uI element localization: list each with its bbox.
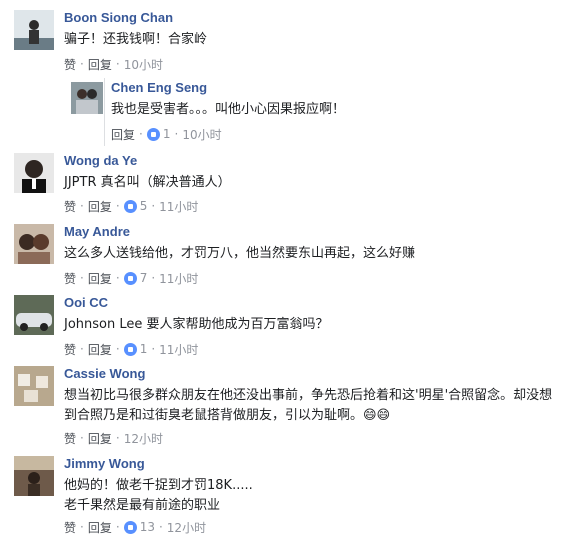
separator: · xyxy=(115,520,120,534)
like-icon xyxy=(146,127,160,141)
reply-link[interactable]: 回复 xyxy=(88,430,112,447)
like-count[interactable]: 13 xyxy=(140,520,155,534)
separator: · xyxy=(115,57,120,71)
comment: May Andre 这么多人送钱给他，才罚万八，他当然要东山再起，这么好赚 赞 … xyxy=(0,224,588,286)
reply-link[interactable]: 回复 xyxy=(88,519,112,536)
comment-text: JJPTR 真名叫（解决普通人） xyxy=(64,175,231,190)
like-count[interactable]: 1 xyxy=(140,342,148,356)
commenter-name[interactable]: May Andre xyxy=(64,224,130,239)
timestamp[interactable]: 11小时 xyxy=(159,341,198,358)
avatar[interactable] xyxy=(14,224,54,264)
comment-meta: 赞 · 回复 · 10小时 xyxy=(64,56,163,72)
comment: Wong da Ye JJPTR 真名叫（解决普通人） 赞 · 回复 · 5 ·… xyxy=(0,153,588,214)
reply-link[interactable]: 回复 xyxy=(111,126,135,143)
comment: Jimmy Wong 他妈的！做老千捉到才罚18K..... 老千果然是最有前途… xyxy=(0,456,588,536)
like-link[interactable]: 赞 xyxy=(64,56,76,73)
comment: Boon Siong Chan 骗子！还我钱啊！合家岭 赞 · 回复 · 10小… xyxy=(0,10,588,72)
comment: Cassie Wong 想当初比马很多群众朋友在他还没出事前，争先恐后抢着和这'… xyxy=(0,366,588,446)
like-icon xyxy=(123,520,137,534)
profile-photo-icon xyxy=(14,10,54,50)
avatar[interactable] xyxy=(71,82,103,114)
profile-photo-icon xyxy=(71,82,103,114)
commenter-name[interactable]: Chen Eng Seng xyxy=(111,80,207,95)
avatar[interactable] xyxy=(14,10,54,50)
avatar[interactable] xyxy=(14,456,54,496)
separator: · xyxy=(151,342,156,356)
like-link[interactable]: 赞 xyxy=(64,430,76,447)
comment-meta: 赞 · 回复 · 7 · 11小时 xyxy=(64,270,198,286)
comment-text: 这么多人送钱给他，才罚万八，他当然要东山再起，这么好赚 xyxy=(64,246,416,261)
reply-thread: Chen Eng Seng 我也是受害者。。。叫他小心因果报应啊！ 回复 · 1… xyxy=(71,78,581,146)
reply-link[interactable]: 回复 xyxy=(88,341,112,358)
comment-meta: 赞 · 回复 · 13 · 12小时 xyxy=(64,519,206,535)
separator: · xyxy=(115,342,120,356)
separator: · xyxy=(115,271,120,285)
like-icon xyxy=(123,271,137,285)
separator: · xyxy=(139,127,143,141)
comment-text-line2: 到合照乃是和过街臭老鼠搭背做朋友，引以为耻啊。😄😄 xyxy=(64,408,391,423)
commenter-name[interactable]: Wong da Ye xyxy=(64,153,137,168)
timestamp[interactable]: 11小时 xyxy=(159,198,198,215)
like-count[interactable]: 5 xyxy=(140,199,148,213)
separator: · xyxy=(80,342,84,356)
like-count[interactable]: 1 xyxy=(163,127,171,141)
separator: · xyxy=(80,271,84,285)
like-icon xyxy=(123,199,137,213)
profile-photo-icon xyxy=(14,153,54,193)
separator: · xyxy=(115,431,120,445)
separator: · xyxy=(80,57,84,71)
comment-text: 我也是受害者。。。叫他小心因果报应啊！ xyxy=(111,102,346,117)
comment-meta: 赞 · 回复 · 1 · 11小时 xyxy=(64,341,198,357)
comment-text: Johnson Lee 要人家帮助他成为百万富翁吗？ xyxy=(64,317,329,332)
comment-text-line1: 想当初比马很多群众朋友在他还没出事前，争先恐后抢着和这'明星'合照留念。却没想 xyxy=(64,388,553,403)
like-link[interactable]: 赞 xyxy=(64,341,76,358)
comment-text-line2: 老千果然是最有前途的职业 xyxy=(64,498,221,513)
separator: · xyxy=(158,520,163,534)
profile-photo-icon xyxy=(14,366,54,406)
avatar[interactable] xyxy=(14,366,54,406)
comment: Ooi CC Johnson Lee 要人家帮助他成为百万富翁吗？ 赞 · 回复… xyxy=(0,295,588,357)
comment-text: 骗子！还我钱啊！合家岭 xyxy=(64,32,208,47)
separator: · xyxy=(151,199,156,213)
separator: · xyxy=(174,127,179,141)
separator: · xyxy=(115,199,120,213)
timestamp[interactable]: 12小时 xyxy=(167,519,206,536)
profile-photo-icon xyxy=(14,295,54,335)
timestamp[interactable]: 11小时 xyxy=(159,270,198,287)
timestamp[interactable]: 10小时 xyxy=(182,126,221,143)
reply-link[interactable]: 回复 xyxy=(88,270,112,287)
commenter-name[interactable]: Boon Siong Chan xyxy=(64,10,173,25)
avatar[interactable] xyxy=(14,295,54,335)
like-link[interactable]: 赞 xyxy=(64,198,76,215)
comment-meta: 回复 · 1 · 10小时 xyxy=(111,126,222,142)
profile-photo-icon xyxy=(14,456,54,496)
timestamp[interactable]: 12小时 xyxy=(124,430,163,447)
commenter-name[interactable]: Cassie Wong xyxy=(64,366,145,381)
separator: · xyxy=(80,199,84,213)
comment-text-line1: 他妈的！做老千捉到才罚18K..... xyxy=(64,478,253,493)
comment-meta: 赞 · 回复 · 12小时 xyxy=(64,430,163,446)
reply-link[interactable]: 回复 xyxy=(88,198,112,215)
separator: · xyxy=(80,431,84,445)
comment-meta: 赞 · 回复 · 5 · 11小时 xyxy=(64,198,198,214)
like-link[interactable]: 赞 xyxy=(64,270,76,287)
commenter-name[interactable]: Jimmy Wong xyxy=(64,456,145,471)
profile-photo-icon xyxy=(14,224,54,264)
commenter-name[interactable]: Ooi CC xyxy=(64,295,108,310)
avatar[interactable] xyxy=(14,153,54,193)
reply-link[interactable]: 回复 xyxy=(88,56,112,73)
like-link[interactable]: 赞 xyxy=(64,519,76,536)
like-icon xyxy=(123,342,137,356)
timestamp[interactable]: 10小时 xyxy=(124,56,163,73)
like-count[interactable]: 7 xyxy=(140,271,148,285)
separator: · xyxy=(151,271,156,285)
separator: · xyxy=(80,520,84,534)
